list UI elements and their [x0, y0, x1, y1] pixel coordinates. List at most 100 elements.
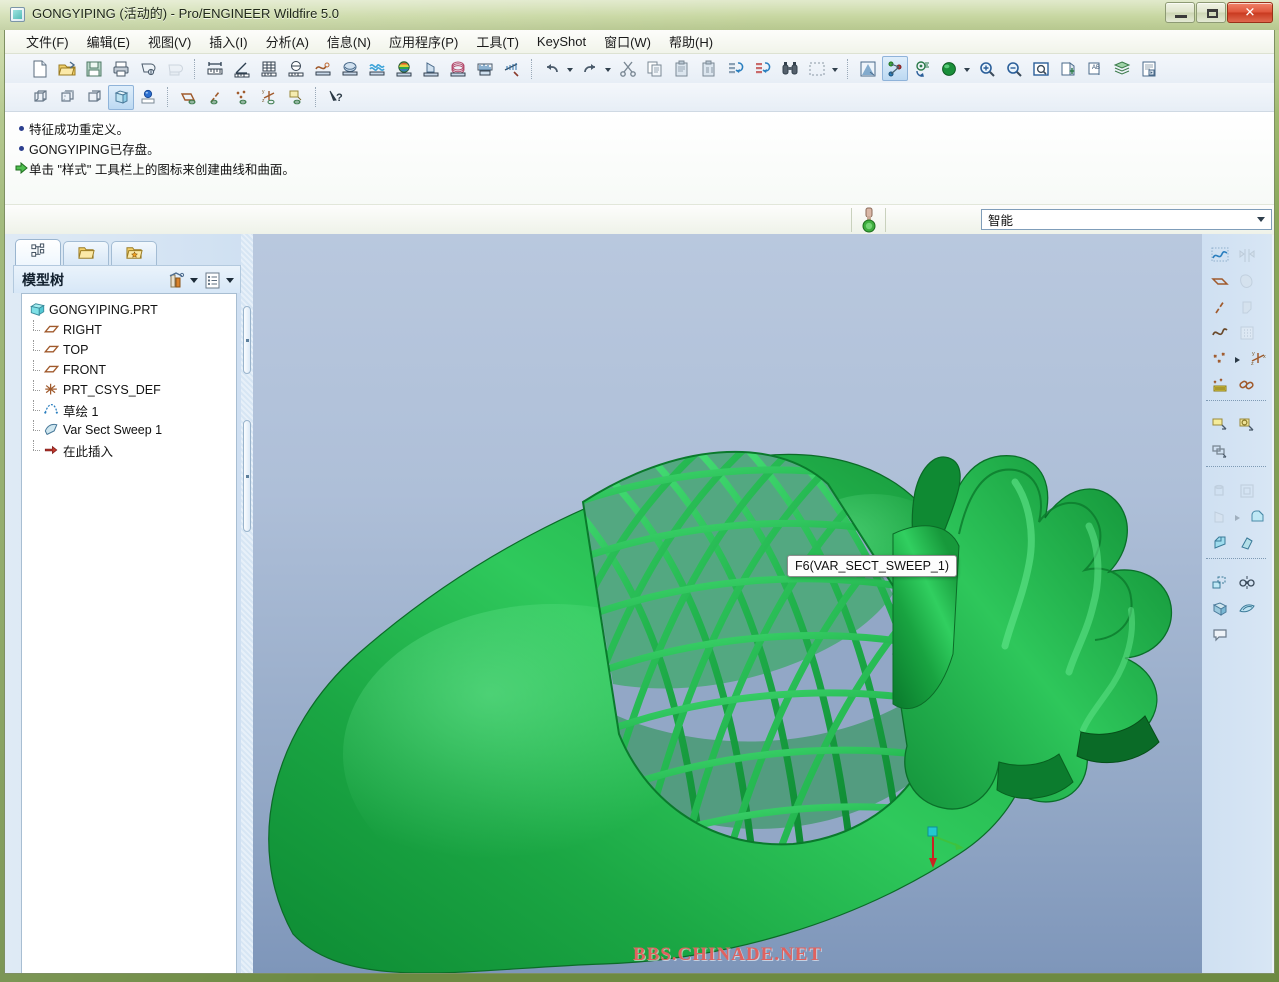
new-file-icon[interactable]: [27, 56, 53, 81]
tree-item[interactable]: 在此插入: [22, 440, 236, 460]
zoom-out-icon[interactable]: [1001, 56, 1027, 81]
datum-csys-icon[interactable]: yzx: [1244, 347, 1271, 371]
graphics-viewport[interactable]: F6(VAR_SECT_SWEEP_1) BBS.CHINADE.NET: [253, 234, 1202, 974]
saved-view-icon[interactable]: [1055, 56, 1081, 81]
datum-axis-icon[interactable]: [1206, 295, 1233, 319]
tree-columns-chevron-down-icon[interactable]: [224, 269, 236, 291]
select-filter-combobox[interactable]: 智能: [981, 209, 1272, 230]
undo-dropdown[interactable]: [566, 57, 575, 81]
print-icon[interactable]: [108, 56, 134, 81]
merge-icon[interactable]: [1233, 597, 1260, 621]
display-hidden-line-icon[interactable]: [54, 85, 80, 110]
tree-item[interactable]: TOP: [22, 340, 236, 360]
copy-icon[interactable]: [642, 56, 668, 81]
datum-point-display-icon[interactable]: [229, 85, 255, 110]
tree-item[interactable]: 草绘 1: [22, 400, 236, 420]
find-icon[interactable]: [777, 56, 803, 81]
model-player-icon[interactable]: [1136, 56, 1162, 81]
paste-special-icon[interactable]: [696, 56, 722, 81]
analysis-reflection-icon[interactable]: [445, 56, 471, 81]
chevron-down-icon[interactable]: [1253, 212, 1269, 227]
sweep-blend-icon[interactable]: [1206, 439, 1233, 463]
select-dropdown[interactable]: [831, 57, 840, 81]
menu-applications[interactable]: 应用程序(P): [380, 30, 467, 54]
menu-info[interactable]: 信息(N): [318, 30, 380, 54]
menu-window[interactable]: 窗口(W): [595, 30, 660, 54]
save-icon[interactable]: [81, 56, 107, 81]
menu-tools[interactable]: 工具(T): [467, 30, 528, 54]
send-mail-icon[interactable]: [135, 56, 161, 81]
datum-curve-icon[interactable]: [1206, 321, 1233, 345]
tab-folder-browser[interactable]: [63, 241, 109, 266]
regenerate-manual-icon[interactable]: [750, 56, 776, 81]
view-orientation-dropdown[interactable]: [963, 57, 972, 81]
spin-center-icon[interactable]: [909, 56, 935, 81]
tree-item[interactable]: FRONT: [22, 360, 236, 380]
analysis-draft-icon[interactable]: [418, 56, 444, 81]
splitter-grip-lower[interactable]: [243, 420, 251, 532]
display-shading-icon[interactable]: [108, 85, 134, 110]
mirror-feature-icon[interactable]: [1233, 571, 1260, 595]
analysis-sections-icon[interactable]: [364, 56, 390, 81]
reference-icon[interactable]: [1233, 373, 1260, 397]
view-orientation-icon[interactable]: [936, 56, 962, 81]
repaint-icon[interactable]: [855, 56, 881, 81]
datum-csys-display-icon[interactable]: yz: [256, 85, 282, 110]
select-box-icon[interactable]: [804, 56, 830, 81]
analysis-curvature-icon[interactable]: [310, 56, 336, 81]
cut-icon[interactable]: [615, 56, 641, 81]
redo-icon[interactable]: [577, 56, 603, 81]
display-lighting-icon[interactable]: [135, 85, 161, 110]
revolve-icon[interactable]: [1233, 413, 1260, 437]
datum-point-icon[interactable]: [1206, 347, 1233, 371]
measure-angle-icon[interactable]: [229, 56, 255, 81]
context-help-icon[interactable]: ?: [323, 85, 349, 110]
annotation-icon[interactable]: AB: [1082, 56, 1108, 81]
trim-icon[interactable]: [1206, 597, 1233, 621]
round-icon[interactable]: [1244, 505, 1271, 529]
datum-display-icon[interactable]: [882, 56, 908, 81]
open-file-icon[interactable]: [54, 56, 80, 81]
menu-analysis[interactable]: 分析(A): [257, 30, 318, 54]
pattern-icon[interactable]: [1206, 571, 1233, 595]
analysis-gauss-icon[interactable]: [472, 56, 498, 81]
paste-icon[interactable]: [669, 56, 695, 81]
menu-insert[interactable]: 插入(I): [200, 30, 256, 54]
panel-splitter[interactable]: [241, 234, 253, 974]
measure-diameter-icon[interactable]: [283, 56, 309, 81]
analysis-slope-icon[interactable]: [499, 56, 525, 81]
display-wireframe-icon[interactable]: [27, 85, 53, 110]
close-button[interactable]: ✕: [1227, 2, 1273, 23]
rib-icon[interactable]: [1233, 531, 1260, 555]
layers-icon[interactable]: [1109, 56, 1135, 81]
model-tree-list[interactable]: GONGYIPING.PRTRIGHTTOPFRONTPRT_CSYS_DEF草…: [21, 293, 237, 974]
menu-edit[interactable]: 编辑(E): [78, 30, 139, 54]
extrude-icon[interactable]: [1206, 413, 1233, 437]
maximize-button[interactable]: [1196, 2, 1226, 23]
tree-columns-icon[interactable]: [200, 269, 224, 291]
datum-point-dropdown[interactable]: [1233, 347, 1244, 371]
datum-plane-icon[interactable]: [1206, 269, 1233, 293]
minimize-button[interactable]: [1165, 2, 1195, 23]
undo-icon[interactable]: [539, 56, 565, 81]
measure-distance-icon[interactable]: [202, 56, 228, 81]
redo-dropdown[interactable]: [604, 57, 613, 81]
style-curve-icon[interactable]: [1206, 243, 1233, 267]
refit-icon[interactable]: [1028, 56, 1054, 81]
measure-area-icon[interactable]: [256, 56, 282, 81]
analysis-feature-icon[interactable]: [1206, 373, 1233, 397]
tree-filters-chevron-down-icon[interactable]: [188, 269, 200, 291]
datum-axis-display-icon[interactable]: [202, 85, 228, 110]
datum-plane-display-icon[interactable]: [175, 85, 201, 110]
tree-item[interactable]: PRT_CSYS_DEF: [22, 380, 236, 400]
chamfer-icon[interactable]: [1206, 531, 1233, 555]
tree-filters-icon[interactable]: [164, 269, 188, 291]
tree-item[interactable]: RIGHT: [22, 320, 236, 340]
analysis-surface-icon[interactable]: [337, 56, 363, 81]
zoom-in-icon[interactable]: [974, 56, 1000, 81]
menu-view[interactable]: 视图(V): [139, 30, 200, 54]
tree-item[interactable]: Var Sect Sweep 1: [22, 420, 236, 440]
tree-item[interactable]: GONGYIPING.PRT: [22, 300, 236, 320]
regenerate-icon[interactable]: [723, 56, 749, 81]
tab-model-tree[interactable]: [15, 239, 61, 266]
